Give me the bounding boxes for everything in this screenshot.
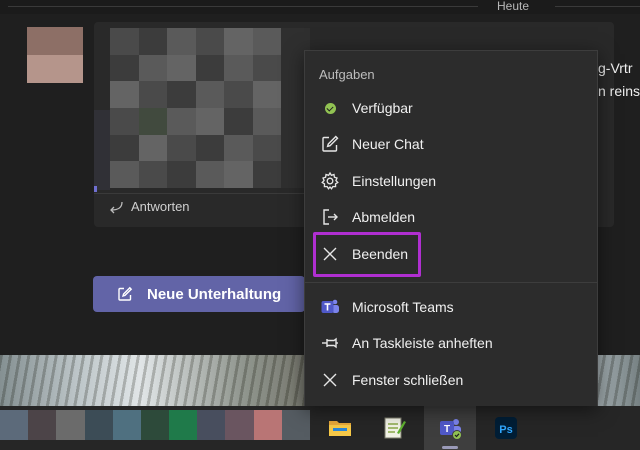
explorer-icon — [329, 421, 351, 436]
new-conversation-label: Neue Unterhaltung — [147, 285, 282, 303]
message-divider — [94, 193, 304, 194]
new-conversation-button[interactable]: Neue Unterhaltung — [93, 276, 305, 312]
menu-item-new-chat[interactable]: Neuer Chat — [305, 127, 597, 161]
compose-icon — [319, 133, 341, 155]
day-divider-right — [555, 6, 640, 7]
taskbar-teams-button[interactable]: T — [424, 406, 476, 450]
pixelated-message-image — [110, 28, 310, 188]
day-divider-label: Heute — [497, 0, 530, 13]
menu-item-settings[interactable]: Einstellungen — [305, 164, 597, 198]
taskbar-pixelated-region — [0, 410, 310, 440]
unread-marker — [94, 186, 97, 192]
menu-item-sign-out[interactable]: Abmelden — [305, 200, 597, 234]
day-divider-left — [8, 6, 478, 7]
chat-top-strip — [0, 0, 640, 14]
sign-out-icon — [319, 206, 341, 228]
taskbar-notepad-button[interactable] — [368, 406, 420, 450]
reply-button[interactable]: Antworten — [108, 199, 190, 214]
taskbar-explorer-button[interactable] — [314, 406, 366, 450]
menu-item-available[interactable]: Verfügbar — [305, 91, 597, 125]
teams-icon-letter: T — [444, 424, 450, 435]
taskbar-photoshop-button[interactable]: Ps — [480, 406, 532, 450]
photoshop-icon: Ps — [495, 417, 517, 439]
teams-jump-list-menu: Aufgaben Verfügbar Neuer Chat Einstellun… — [304, 50, 598, 406]
menu-item-close-window[interactable]: Fenster schließen — [305, 363, 597, 397]
status-available-icon — [319, 97, 341, 119]
gear-icon — [319, 170, 341, 192]
menu-item-quit[interactable]: Beenden — [305, 237, 597, 271]
pin-icon — [319, 332, 341, 354]
notepad-icon — [384, 417, 406, 439]
compose-icon — [118, 286, 133, 301]
reply-arrow-icon — [110, 201, 123, 213]
close-icon — [319, 243, 341, 265]
close-icon — [319, 369, 341, 391]
message-text-line-2: n reins — [598, 83, 640, 99]
menu-separator — [305, 282, 597, 283]
menu-item-microsoft-teams[interactable]: Microsoft Teams — [305, 290, 597, 324]
teams-icon — [319, 296, 341, 318]
message-text-line-1: g-Vrtr — [598, 60, 633, 76]
sender-avatar[interactable] — [27, 27, 83, 83]
reply-label: Antworten — [131, 199, 190, 214]
message-side-strip — [94, 110, 110, 190]
photoshop-icon-label: Ps — [499, 424, 512, 436]
teams-icon: T — [440, 419, 462, 440]
jump-list-header: Aufgaben — [319, 67, 375, 82]
menu-item-pin-to-taskbar[interactable]: An Taskleiste anheften — [305, 326, 597, 360]
